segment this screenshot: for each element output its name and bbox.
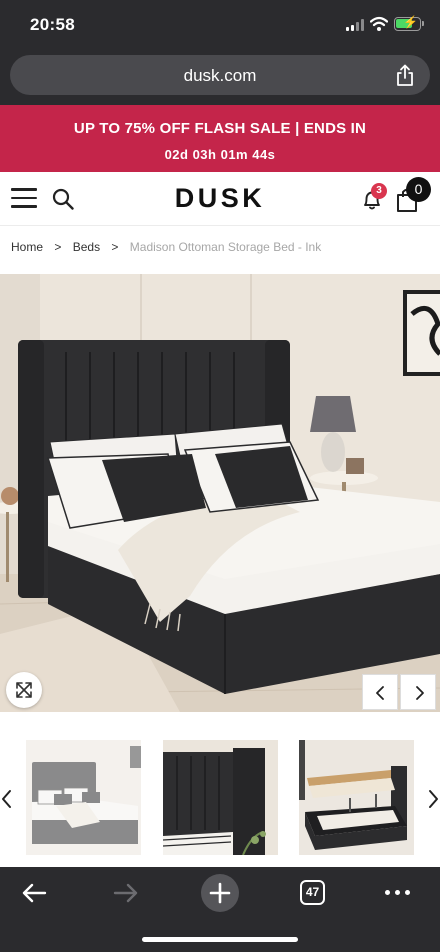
- thumbnail-1[interactable]: [26, 740, 141, 855]
- thumbnail-headboard-detail-image: [163, 740, 278, 855]
- thumbnail-3[interactable]: [299, 740, 414, 855]
- status-bar: 20:58 ⚡: [0, 0, 440, 50]
- breadcrumb-home[interactable]: Home: [11, 240, 43, 254]
- cellular-signal-icon: [346, 19, 366, 31]
- zoom-button[interactable]: [6, 672, 42, 708]
- chevron-right-icon: >: [111, 240, 119, 254]
- back-arrow-icon[interactable]: [20, 881, 48, 905]
- browser-toolbar: 47: [0, 867, 440, 952]
- status-time: 20:58: [30, 15, 75, 34]
- share-icon[interactable]: [395, 64, 415, 86]
- breadcrumb-beds[interactable]: Beds: [73, 240, 100, 254]
- image-next-button[interactable]: [400, 674, 436, 710]
- chevron-right-icon: [416, 686, 424, 700]
- chevron-right-icon: >: [54, 240, 62, 254]
- thumbnail-carousel: [0, 712, 440, 867]
- more-options-icon[interactable]: [385, 890, 411, 896]
- wifi-icon: [370, 16, 388, 31]
- promo-headline: UP TO 75% OFF FLASH SALE | ENDS IN: [73, 120, 367, 137]
- bed-photo: [0, 274, 440, 712]
- forward-arrow-icon[interactable]: [112, 881, 140, 905]
- plus-icon: [209, 882, 231, 904]
- thumbnail-2[interactable]: [163, 740, 278, 855]
- breadcrumb-current: Madison Ottoman Storage Bed - Ink: [129, 240, 322, 254]
- promo-countdown: 02d 03h 01m 44s: [164, 147, 276, 162]
- chevron-left-icon: [376, 686, 384, 700]
- carousel-prev-icon[interactable]: [0, 788, 14, 810]
- product-page: 20:58 ⚡ dusk.com UP TO 75% OFF FLASH SAL…: [0, 0, 440, 952]
- url-text[interactable]: dusk.com: [10, 66, 430, 86]
- browser-address-area: dusk.com: [0, 50, 440, 105]
- battery-icon: ⚡: [394, 15, 424, 31]
- tab-switcher-button[interactable]: 47: [300, 880, 325, 905]
- notification-count-badge: 3: [371, 183, 387, 199]
- new-tab-button[interactable]: [201, 874, 239, 912]
- thumbnail-ottoman-storage-image: [299, 740, 414, 855]
- image-prev-button[interactable]: [362, 674, 398, 710]
- site-header: DUSK 3 0: [0, 172, 440, 226]
- thumbnail-bed-front-image: [26, 740, 141, 855]
- address-bar[interactable]: dusk.com: [10, 55, 430, 95]
- carousel-next-icon[interactable]: [426, 788, 440, 810]
- breadcrumb: Home > Beds > Madison Ottoman Storage Be…: [11, 240, 321, 256]
- product-main-image[interactable]: [0, 274, 440, 712]
- basket-count-badge: 0: [406, 177, 431, 202]
- flash-sale-banner[interactable]: UP TO 75% OFF FLASH SALE | ENDS IN 02d 0…: [0, 105, 440, 172]
- expand-icon: [16, 682, 32, 698]
- home-indicator: [142, 937, 298, 942]
